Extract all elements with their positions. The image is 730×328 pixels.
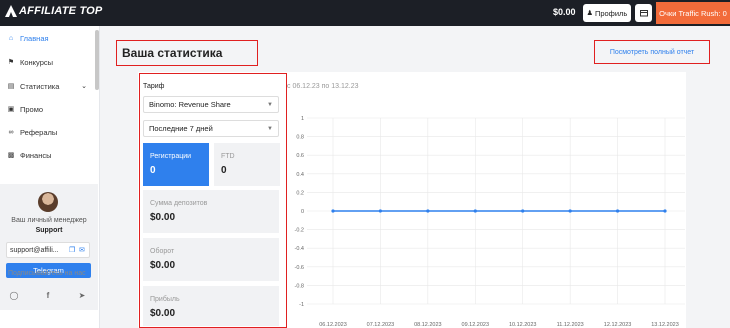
sidebar-item-contests[interactable]: ⚑ Конкурсы [0, 52, 95, 72]
wallet-icon: ▩ [7, 152, 15, 159]
data-point[interactable] [331, 209, 335, 213]
sidebar-item-label: Статистика [20, 81, 60, 91]
y-tick-label: -0.8 [295, 283, 304, 289]
data-point[interactable] [615, 209, 620, 213]
manager-name: Support [35, 227, 63, 234]
period-select[interactable]: Последние 7 дней ▼ [143, 120, 279, 137]
chevron-down-icon: ▼ [267, 101, 273, 108]
tariff-select-value: Binomo: Revenue Share [149, 100, 231, 109]
wallet-icon [639, 10, 648, 17]
x-tick-label: 08.12.2023 [414, 322, 442, 328]
sidebar-scrollbar[interactable] [95, 30, 99, 90]
sidebar-item-label: Промо [20, 104, 44, 114]
full-report-link[interactable]: Посмотреть полный отчет [594, 40, 710, 64]
manager-email-text: support@affili... [10, 246, 59, 254]
image-icon: ▣ [7, 106, 15, 113]
tariff-label: Тариф [143, 83, 165, 90]
profit-stat[interactable]: Прибыль $0.00 [143, 286, 279, 326]
mail-icon[interactable]: ✉ [79, 246, 85, 254]
sidebar-item-label: Финансы [20, 150, 52, 160]
sidebar-item-referrals[interactable]: ∞ Рефералы [0, 122, 95, 142]
turnover-stat[interactable]: Оборот $0.00 [143, 238, 279, 281]
statistics-line-chart: 1 0.8 0.6 0.4 0.2 0 -0.2 -0.4 -0.6 -0.8 -1 06.12.20… [295, 116, 685, 328]
y-tick-label: 0.2 [296, 190, 304, 196]
sidebar-item-home[interactable]: ⌂ Главная [0, 28, 95, 48]
page-title: Ваша статистика [116, 40, 258, 66]
balance: $0.00 [553, 7, 576, 17]
y-tick-label: 1 [301, 116, 304, 122]
sidebar-item-promo[interactable]: ▣ Промо [0, 99, 95, 119]
link-icon: ∞ [8, 128, 14, 136]
y-tick-label: -1 [299, 302, 304, 308]
manager-title: Ваш личный менеджер [11, 217, 87, 224]
ftd-value: 0 [221, 165, 227, 176]
user-icon: ♟ [586, 10, 593, 17]
x-tick-label: 11.12.2023 [557, 322, 584, 328]
chevron-down-icon: ▼ [267, 125, 273, 132]
deposits-label: Сумма депозитов [150, 200, 208, 207]
profile-button[interactable]: ♟ Профиль [583, 4, 631, 22]
turnover-value: $0.00 [150, 260, 176, 271]
period-select-value: Последние 7 дней [149, 124, 213, 133]
instagram-icon[interactable]: ◯ [4, 288, 24, 302]
sidebar: ⌂ Главная ⚑ Конкурсы ▤ Статистика ⌄ ▣ Пр… [0, 26, 100, 328]
y-tick-label: -0.6 [295, 265, 304, 271]
data-point[interactable] [426, 209, 430, 213]
logo[interactable]: AFFILIATE TOP [4, 4, 102, 18]
wallet-button[interactable] [635, 4, 652, 22]
sidebar-item-label: Рефералы [20, 127, 58, 137]
date-range: с 06.12.23 по 13.12.23 [287, 83, 359, 90]
sidebar-item-statistics[interactable]: ▤ Статистика ⌄ [0, 76, 95, 96]
sidebar-item-finances[interactable]: ▩ Финансы [0, 145, 95, 165]
copy-icon[interactable]: ❐ [69, 246, 75, 254]
x-tick-label: 12.12.2023 [604, 322, 632, 328]
x-tick-label: 07.12.2023 [367, 322, 395, 328]
y-tick-label: 0.8 [296, 135, 304, 141]
avatar [38, 192, 58, 212]
telegram-icon[interactable]: ➤ [72, 288, 92, 302]
y-tick-label: 0 [301, 209, 304, 215]
data-point[interactable] [663, 209, 667, 213]
registrations-stat[interactable]: Регистрации 0 [143, 143, 209, 186]
registrations-label: Регистрации [150, 153, 192, 160]
data-point[interactable] [521, 209, 525, 213]
top-bar: AFFILIATE TOP $0.00 ♟ Профиль Очки Traff… [0, 0, 730, 26]
data-point[interactable] [568, 209, 572, 213]
deposits-value: $0.00 [150, 212, 176, 223]
x-tick-label: 06.12.2023 [319, 322, 347, 328]
profit-label: Прибыль [150, 296, 180, 303]
deposits-stat[interactable]: Сумма депозитов $0.00 [143, 190, 279, 233]
profile-label: Профиль [594, 8, 628, 18]
data-point[interactable] [378, 209, 383, 213]
chart-icon: ▤ [7, 83, 15, 90]
y-tick-label: 0.4 [296, 172, 304, 178]
registrations-value: 0 [150, 165, 156, 176]
manager-email[interactable]: support@affili... ❐ ✉ [6, 242, 90, 258]
y-tick-label: 0.6 [296, 153, 304, 159]
y-tick-label: -0.2 [295, 228, 304, 234]
data-point[interactable] [473, 209, 477, 213]
facebook-icon[interactable]: f [38, 288, 58, 302]
turnover-label: Оборот [150, 248, 175, 255]
profit-value: $0.00 [150, 308, 176, 319]
ftd-stat[interactable]: FTD 0 [214, 143, 280, 186]
subscribe-label: Подписывайтесь на нас [8, 270, 86, 277]
logo-icon [5, 5, 17, 17]
traffic-rush-button[interactable]: Очки Traffic Rush: 0 [656, 2, 730, 24]
chevron-down-icon: ⌄ [81, 83, 87, 90]
logo-text: AFFILIATE TOP [19, 5, 103, 17]
home-icon: ⌂ [8, 34, 14, 42]
y-tick-label: -0.4 [295, 246, 304, 252]
sidebar-item-label: Главная [20, 33, 49, 43]
x-tick-label: 13.12.2023 [651, 322, 679, 328]
x-tick-label: 10.12.2023 [509, 322, 537, 328]
ftd-label: FTD [221, 153, 235, 160]
sidebar-item-label: Конкурсы [20, 57, 54, 67]
trophy-icon: ⚑ [7, 59, 15, 66]
tariff-select[interactable]: Binomo: Revenue Share ▼ [143, 96, 279, 113]
x-tick-label: 09.12.2023 [462, 322, 490, 328]
